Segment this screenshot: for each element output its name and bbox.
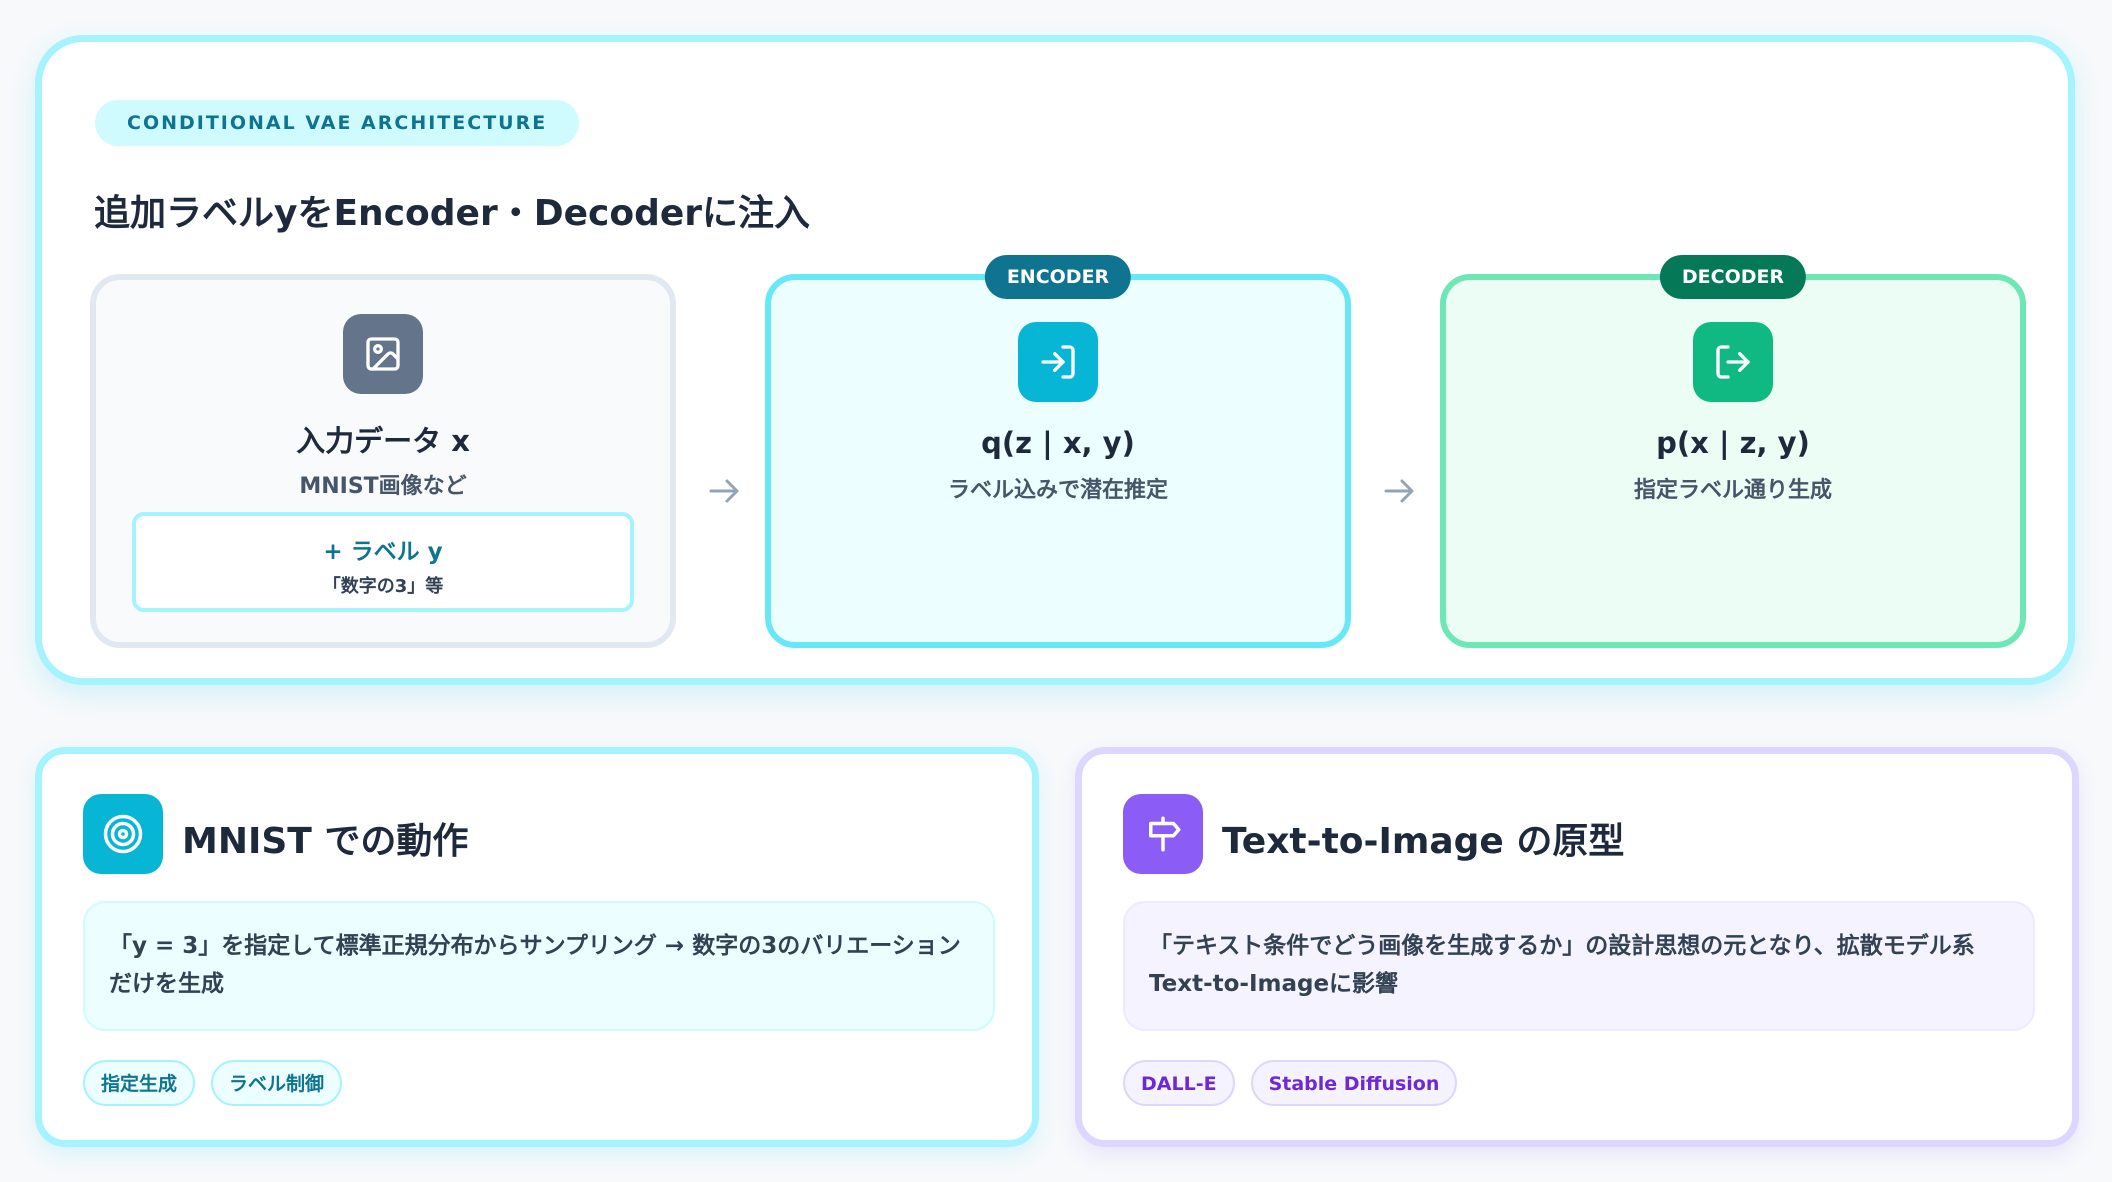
decoder-node: DECODER p(x | z, y) 指定ラベル通り生成 bbox=[1440, 255, 2026, 648]
t2i-card-title: Text-to-Image の原型 bbox=[1222, 821, 1625, 862]
mnist-card-description: 「y = 3」を指定して標準正規分布からサンプリング → 数字の3のバリエーショ… bbox=[83, 901, 995, 1031]
architecture-card: CONDITIONAL VAE ARCHITECTURE 追加ラベルyをEnco… bbox=[35, 35, 2075, 685]
encoder-badge: ENCODER bbox=[984, 255, 1132, 299]
decoder-badge: DECODER bbox=[1659, 255, 1807, 299]
tag-label-control: ラベル制御 bbox=[211, 1060, 343, 1106]
mnist-tag-list: 指定生成 ラベル制御 bbox=[83, 1060, 343, 1106]
diagram-title: 追加ラベルyをEncoder・Decoderに注入 bbox=[94, 193, 811, 234]
encoder-node: ENCODER q(z | x, y) ラベル込みで潜在推定 bbox=[765, 255, 1351, 648]
t2i-card-description: 「テキスト条件でどう画像を生成するか」の設計思想の元となり、拡散モデル系Text… bbox=[1123, 901, 2035, 1031]
text-to-image-card: Text-to-Image の原型 「テキスト条件でどう画像を生成するか」の設計… bbox=[1075, 747, 2079, 1147]
label-y-text: + ラベル y bbox=[323, 539, 443, 565]
input-node-subtitle: MNIST画像など bbox=[299, 474, 467, 499]
arrow-right-icon bbox=[1384, 479, 1414, 503]
encoder-description: ラベル込みで潜在推定 bbox=[947, 478, 1168, 503]
encoder-formula: q(z | x, y) bbox=[981, 426, 1135, 460]
label-y-example: 「数字の3」等 bbox=[322, 576, 444, 597]
t2i-tag-list: DALL-E Stable Diffusion bbox=[1123, 1060, 1458, 1106]
image-icon bbox=[343, 314, 423, 394]
log-in-icon bbox=[1018, 322, 1098, 402]
input-data-node: 入力データ x MNIST画像など + ラベル y 「数字の3」等 bbox=[90, 274, 676, 648]
decoder-description: 指定ラベル通り生成 bbox=[1633, 478, 1832, 503]
tag-specified-generation: 指定生成 bbox=[83, 1060, 196, 1106]
arrow-right-icon bbox=[709, 479, 739, 503]
tag-dall-e: DALL-E bbox=[1123, 1060, 1235, 1106]
log-out-icon bbox=[1693, 322, 1773, 402]
target-icon bbox=[83, 794, 163, 874]
decoder-formula: p(x | z, y) bbox=[1656, 426, 1810, 460]
mnist-card-title: MNIST での動作 bbox=[182, 821, 469, 862]
section-tag: CONDITIONAL VAE ARCHITECTURE bbox=[95, 100, 580, 146]
input-node-title: 入力データ x bbox=[296, 424, 470, 458]
label-y-box: + ラベル y 「数字の3」等 bbox=[132, 512, 634, 612]
mnist-card: MNIST での動作 「y = 3」を指定して標準正規分布からサンプリング → … bbox=[35, 747, 1039, 1147]
signpost-icon bbox=[1123, 794, 1203, 874]
tag-stable-diffusion: Stable Diffusion bbox=[1250, 1060, 1458, 1106]
